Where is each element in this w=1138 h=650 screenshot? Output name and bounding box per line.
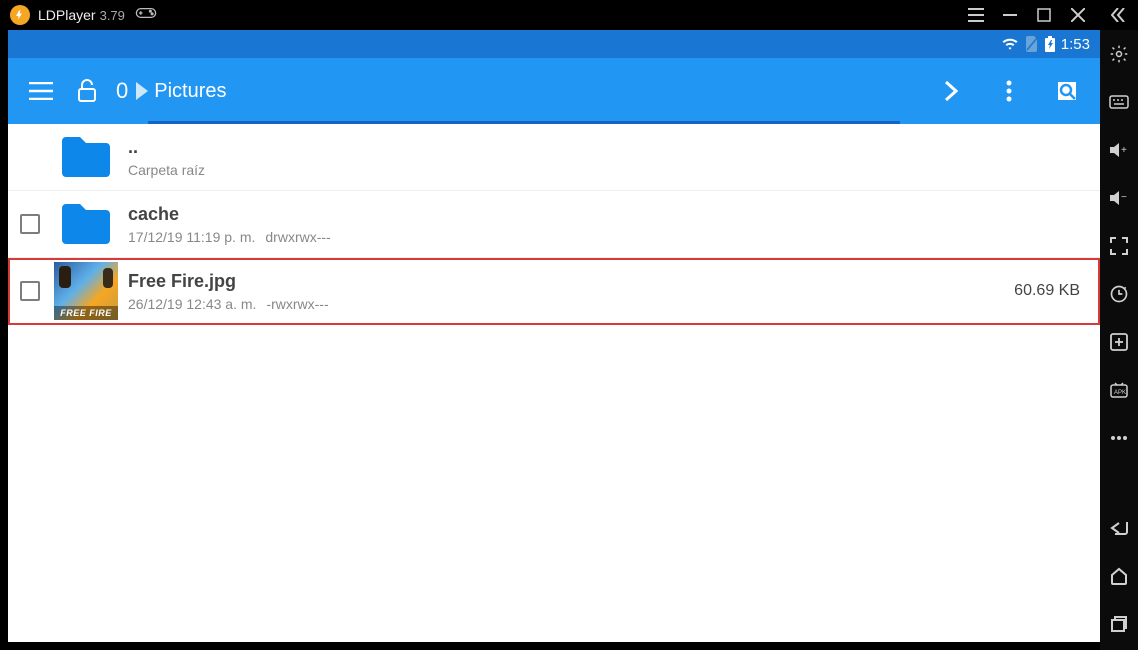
app-toolbar: 0 Pictures bbox=[8, 58, 1100, 124]
app-version: 3.79 bbox=[100, 8, 125, 23]
forward-button[interactable] bbox=[928, 68, 974, 114]
close-icon[interactable] bbox=[1068, 5, 1088, 25]
sync-icon[interactable] bbox=[1107, 282, 1131, 306]
chevron-right-icon bbox=[136, 82, 148, 100]
status-time: 1:53 bbox=[1061, 36, 1090, 53]
volume-up-icon[interactable]: + bbox=[1107, 138, 1131, 162]
folder-icon bbox=[54, 199, 118, 249]
gamepad-icon bbox=[135, 6, 157, 25]
file-size: 60.69 KB bbox=[1014, 282, 1088, 300]
file-name: Free Fire.jpg bbox=[128, 271, 1014, 292]
menu-button[interactable] bbox=[18, 68, 64, 114]
file-name: .. bbox=[128, 137, 1088, 158]
add-window-icon[interactable] bbox=[1107, 330, 1131, 354]
volume-down-icon[interactable]: − bbox=[1107, 186, 1131, 210]
window-titlebar: LDPlayer 3.79 bbox=[0, 0, 1138, 30]
android-statusbar: 1:53 bbox=[8, 30, 1100, 58]
hamburger-icon[interactable] bbox=[966, 5, 986, 25]
svg-text:APK: APK bbox=[1114, 390, 1126, 396]
ldplayer-logo-icon bbox=[10, 5, 30, 25]
breadcrumb[interactable]: Pictures bbox=[136, 80, 226, 103]
file-date: 26/12/19 12:43 a. m. bbox=[128, 296, 256, 312]
file-date: 17/12/19 11:19 p. m. bbox=[128, 229, 255, 245]
folder-icon bbox=[54, 132, 118, 182]
sim-icon bbox=[1025, 37, 1039, 51]
home-icon[interactable] bbox=[1107, 564, 1131, 588]
minimize-icon[interactable] bbox=[1000, 5, 1020, 25]
breadcrumb-label: Pictures bbox=[154, 80, 226, 103]
overflow-menu-button[interactable] bbox=[986, 68, 1032, 114]
list-item-parent[interactable]: .. Carpeta raíz bbox=[8, 124, 1100, 191]
svg-text:+: + bbox=[1121, 145, 1127, 156]
file-sub: Carpeta raíz bbox=[128, 162, 205, 178]
keyboard-icon[interactable] bbox=[1107, 90, 1131, 114]
apk-icon[interactable]: APK bbox=[1107, 378, 1131, 402]
lock-button[interactable] bbox=[64, 68, 110, 114]
emulator-toolbar: + − APK bbox=[1100, 30, 1138, 650]
android-screen: 1:53 0 Pictures .. Carpeta raíz bbox=[8, 30, 1100, 642]
battery-icon bbox=[1045, 36, 1055, 52]
collapse-left-icon[interactable] bbox=[1108, 5, 1128, 25]
file-perm: drwxrwx--- bbox=[265, 229, 330, 245]
fullscreen-icon[interactable] bbox=[1107, 234, 1131, 258]
wifi-icon bbox=[1001, 36, 1019, 53]
list-item-file[interactable]: FREE FIRE Free Fire.jpg 26/12/19 12:43 a… bbox=[8, 258, 1100, 325]
back-icon[interactable] bbox=[1107, 516, 1131, 540]
svg-text:−: − bbox=[1121, 192, 1127, 203]
file-perm: -rwxrwx--- bbox=[266, 296, 328, 312]
maximize-icon[interactable] bbox=[1034, 5, 1054, 25]
settings-icon[interactable] bbox=[1107, 42, 1131, 66]
image-thumbnail: FREE FIRE bbox=[54, 266, 118, 316]
checkbox[interactable] bbox=[20, 281, 40, 301]
search-button[interactable] bbox=[1044, 68, 1090, 114]
titlebar-controls bbox=[966, 5, 1128, 25]
file-name: cache bbox=[128, 204, 1088, 225]
more-icon[interactable] bbox=[1107, 426, 1131, 450]
recent-apps-icon[interactable] bbox=[1107, 612, 1131, 636]
app-title: LDPlayer bbox=[38, 7, 96, 23]
checkbox[interactable] bbox=[20, 214, 40, 234]
list-item-folder[interactable]: cache 17/12/19 11:19 p. m. drwxrwx--- bbox=[8, 191, 1100, 258]
selection-counter: 0 bbox=[116, 78, 128, 104]
file-list: .. Carpeta raíz cache 17/12/19 11:19 p. … bbox=[8, 124, 1100, 325]
